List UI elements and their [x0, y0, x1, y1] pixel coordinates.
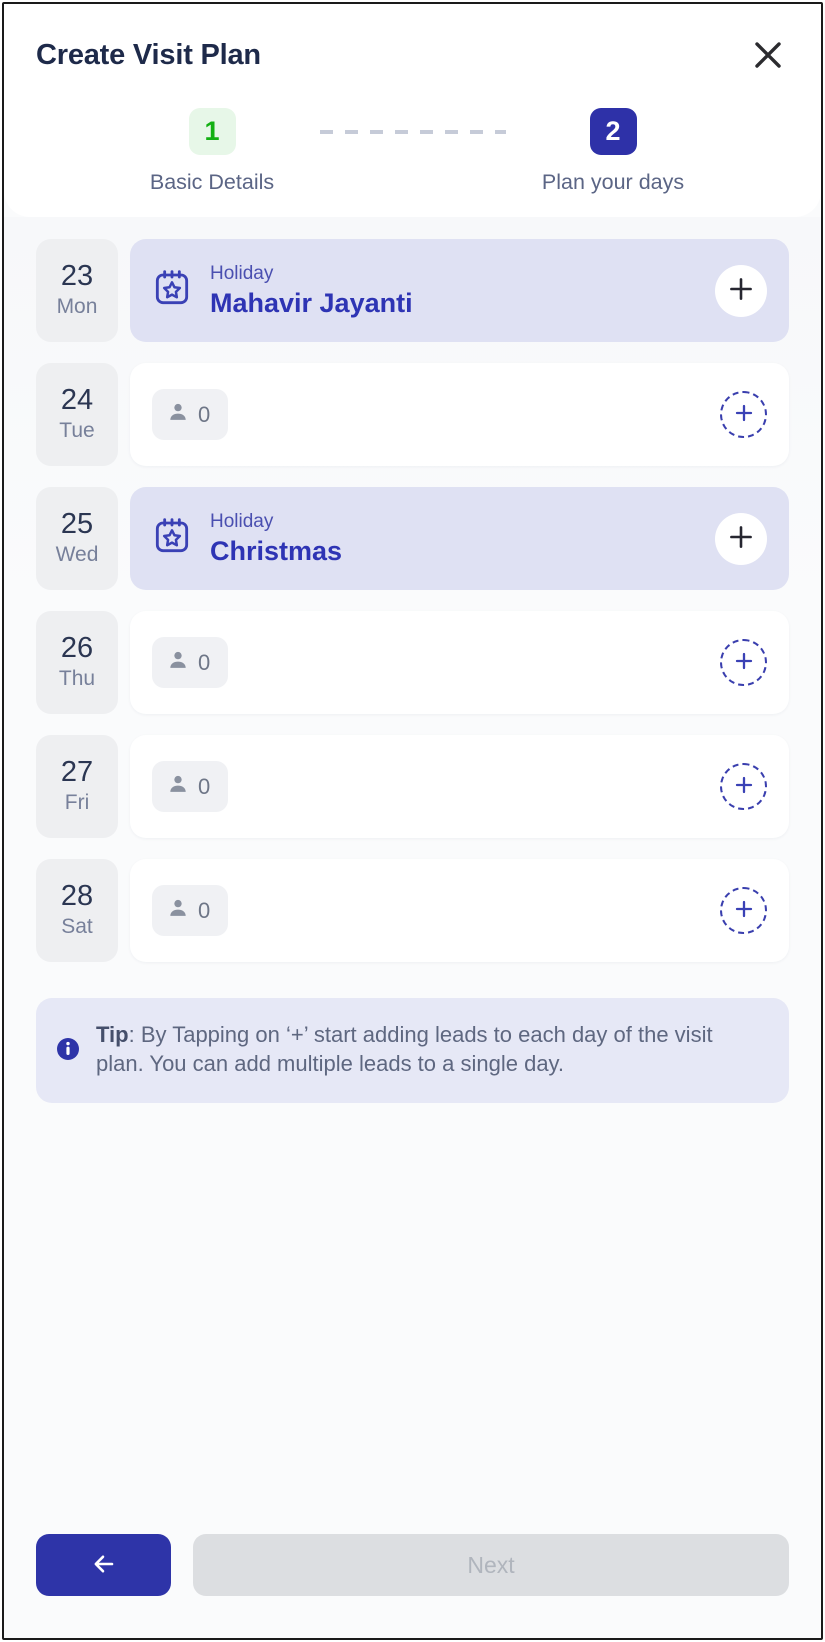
date-number: 26 [60, 631, 94, 664]
header: Create Visit Plan 1 Basic Details 2 Plan… [4, 4, 821, 217]
day-list: 23 Mon Holiday Mahavir Jayanti 24 Tue 0 … [4, 217, 821, 1534]
person-icon [167, 401, 189, 428]
lead-count: 0 [198, 773, 211, 799]
page-title: Create Visit Plan [36, 38, 261, 71]
date-number: 23 [60, 259, 94, 292]
date-number: 25 [60, 507, 94, 540]
date-number: 28 [60, 879, 94, 912]
plus-icon [734, 899, 754, 922]
add-lead-button[interactable] [720, 887, 767, 934]
lead-count-badge: 0 [152, 761, 229, 812]
holiday-text: Holiday Mahavir Jayanti [210, 262, 413, 319]
person-icon [167, 773, 189, 800]
day-row: 25 Wed Holiday Christmas [36, 487, 789, 590]
person-icon [167, 649, 189, 676]
date-chip: 24 Tue [36, 363, 118, 466]
tip-label: Tip [96, 1022, 129, 1047]
plus-icon [734, 403, 754, 426]
day-row: 23 Mon Holiday Mahavir Jayanti [36, 239, 789, 342]
date-chip: 27 Fri [36, 735, 118, 838]
day-card[interactable]: 0 [130, 611, 789, 714]
holiday-kicker: Holiday [210, 262, 274, 284]
holiday-text: Holiday Christmas [210, 510, 342, 567]
tip-banner: Tip: By Tapping on ‘+’ start adding lead… [36, 998, 789, 1103]
title-bar: Create Visit Plan [4, 4, 821, 78]
holiday-name: Mahavir Jayanti [210, 287, 413, 318]
plus-icon [734, 775, 754, 798]
holiday-card[interactable]: Holiday Christmas [130, 487, 789, 590]
plus-icon [734, 651, 754, 674]
lead-count-badge: 0 [152, 637, 229, 688]
date-weekday: Wed [55, 543, 99, 567]
person-icon [167, 897, 189, 924]
holiday-name: Christmas [210, 535, 343, 566]
lead-count-badge: 0 [152, 885, 229, 936]
tip-text: Tip: By Tapping on ‘+’ start adding lead… [96, 1020, 763, 1079]
add-lead-button[interactable] [720, 763, 767, 810]
step-basic-details[interactable]: 1 Basic Details [105, 108, 320, 195]
date-number: 27 [60, 755, 94, 788]
day-row: 27 Fri 0 [36, 735, 789, 838]
info-icon [56, 1037, 80, 1066]
step-1-badge: 1 [188, 108, 236, 155]
calendar-star-icon [152, 516, 192, 561]
date-chip: 26 Thu [36, 611, 118, 714]
date-chip: 23 Mon [36, 239, 118, 342]
day-row: 26 Thu 0 [36, 611, 789, 714]
plus-icon [728, 524, 754, 553]
date-weekday: Mon [56, 295, 98, 319]
date-weekday: Thu [58, 667, 96, 691]
tip-body: : By Tapping on ‘+’ start adding leads t… [96, 1022, 713, 1077]
date-weekday: Sat [61, 915, 93, 939]
next-button[interactable]: Next [193, 1534, 789, 1596]
step-connector [319, 130, 506, 134]
lead-count-badge: 0 [152, 389, 229, 440]
holiday-content: Holiday Mahavir Jayanti [152, 262, 564, 319]
lead-count: 0 [198, 897, 211, 923]
holiday-content: Holiday Christmas [152, 510, 529, 567]
add-lead-button[interactable] [715, 512, 768, 565]
date-number: 24 [60, 383, 94, 416]
close-button[interactable] [747, 34, 789, 76]
day-row: 24 Tue 0 [36, 363, 789, 466]
day-card[interactable]: 0 [130, 859, 789, 962]
date-chip: 28 Sat [36, 859, 118, 962]
step-1-label: Basic Details [149, 170, 275, 194]
arrow-left-icon [89, 1549, 119, 1582]
step-2-badge: 2 [589, 108, 637, 155]
holiday-card[interactable]: Holiday Mahavir Jayanti [130, 239, 789, 342]
day-row: 28 Sat 0 [36, 859, 789, 962]
step-2-label: Plan your days [541, 170, 685, 194]
day-card[interactable]: 0 [130, 735, 789, 838]
step-plan-your-days[interactable]: 2 Plan your days [506, 108, 721, 195]
date-weekday: Fri [64, 791, 90, 815]
plus-icon [728, 276, 754, 305]
date-weekday: Tue [59, 419, 95, 443]
close-icon [753, 40, 783, 70]
lead-count: 0 [198, 401, 211, 427]
back-button[interactable] [36, 1534, 171, 1596]
date-chip: 25 Wed [36, 487, 118, 590]
footer-actions: Next [4, 1534, 821, 1638]
app-window: Create Visit Plan 1 Basic Details 2 Plan… [2, 2, 823, 1640]
lead-count: 0 [198, 649, 211, 675]
calendar-star-icon [152, 268, 192, 313]
holiday-kicker: Holiday [210, 510, 274, 532]
add-lead-button[interactable] [720, 639, 767, 686]
add-lead-button[interactable] [715, 264, 767, 317]
stepper: 1 Basic Details 2 Plan your days [4, 108, 821, 199]
add-lead-button[interactable] [720, 391, 767, 438]
day-card[interactable]: 0 [130, 363, 789, 466]
